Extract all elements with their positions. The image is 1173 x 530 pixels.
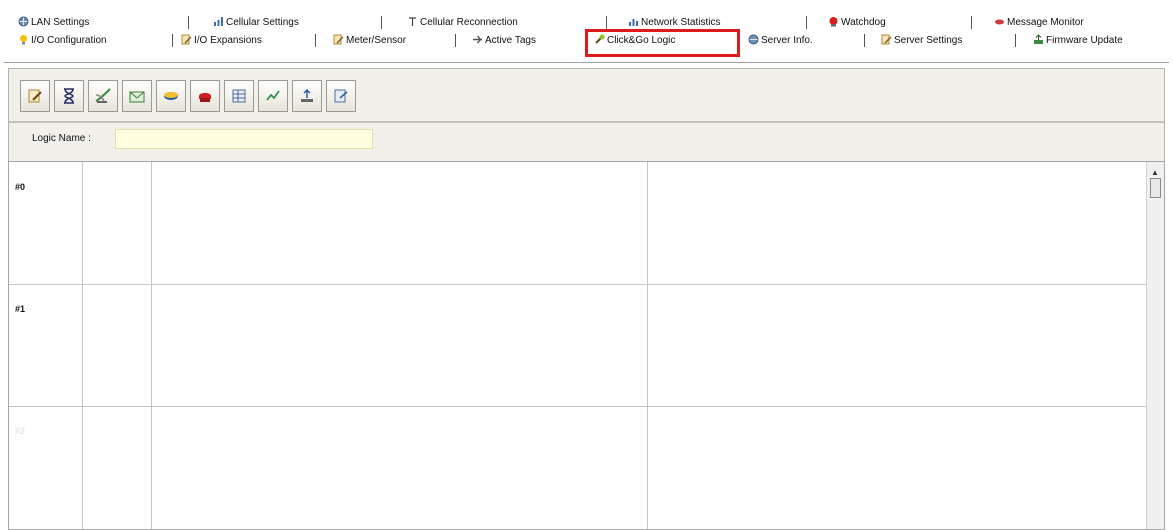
- tab-watchdog[interactable]: Watchdog: [828, 14, 886, 31]
- envelope-icon: [128, 87, 146, 105]
- tab-separator: [864, 34, 865, 47]
- tab-active-tags[interactable]: Active Tags: [472, 32, 536, 49]
- tab-server-settings-label: Server Settings: [894, 35, 963, 46]
- tab-cellular-settings[interactable]: Cellular Settings: [213, 14, 299, 31]
- grid-column-divider: [647, 162, 648, 529]
- table-button[interactable]: [224, 80, 254, 112]
- tab-io-configuration[interactable]: I/O Configuration: [18, 32, 107, 49]
- table-icon: [230, 87, 248, 105]
- tab-separator: [455, 34, 456, 47]
- tab-active-tags-label: Active Tags: [485, 35, 536, 46]
- tab-firmware-update-label: Firmware Update: [1046, 35, 1123, 46]
- edit-icon: [333, 34, 344, 45]
- grid-column-divider: [82, 162, 83, 529]
- antenna-icon: [407, 16, 418, 27]
- tab-separator: [172, 34, 173, 47]
- grid-row-label[interactable]: #1: [15, 304, 25, 314]
- tab-click-go-logic[interactable]: Click&Go Logic: [585, 29, 740, 57]
- tab-watchdog-label: Watchdog: [841, 17, 886, 28]
- upload-button[interactable]: [292, 80, 322, 112]
- toolbar-divider: [9, 121, 1164, 123]
- tab-meter-sensor-label: Meter/Sensor: [346, 35, 407, 46]
- tab-separator: [971, 16, 972, 29]
- edit-icon: [26, 87, 44, 105]
- scroll-up-icon[interactable]: ▲: [1151, 168, 1159, 177]
- telephone-icon: [196, 87, 214, 105]
- tab-lan-settings[interactable]: LAN Settings: [18, 14, 89, 31]
- tab-server-settings[interactable]: Server Settings: [881, 32, 962, 49]
- edit-icon: [181, 34, 192, 45]
- tab-strip-divider: [4, 62, 1169, 63]
- edit-icon: [881, 34, 892, 45]
- email-button[interactable]: [122, 80, 152, 112]
- tab-server-info[interactable]: Server Info.: [748, 32, 813, 49]
- tab-separator: [381, 16, 382, 29]
- logic-toolbar: [20, 78, 415, 114]
- lan-icon: [18, 16, 29, 27]
- tab-cellular-settings-label: Cellular Settings: [226, 17, 299, 28]
- graph-icon: [264, 87, 282, 105]
- message-icon: [994, 16, 1005, 27]
- tab-click-go-logic-label: Click&Go Logic: [607, 35, 676, 46]
- scroll-thumb[interactable]: [1150, 178, 1161, 198]
- watchdog-icon: [828, 16, 839, 27]
- vertical-scrollbar[interactable]: ▲: [1146, 162, 1164, 529]
- upload-icon: [298, 87, 316, 105]
- phone-button[interactable]: [190, 80, 220, 112]
- tab-separator: [188, 16, 189, 29]
- logic-icon: [594, 34, 605, 45]
- grid-column-divider: [151, 162, 152, 529]
- satellite-icon: [94, 87, 112, 105]
- tab-lan-settings-label: LAN Settings: [31, 17, 90, 28]
- tab-cellular-reconnection[interactable]: Cellular Reconnection: [407, 14, 518, 31]
- tags-icon: [472, 34, 483, 45]
- export-icon: [332, 87, 350, 105]
- grid-row-label[interactable]: #0: [15, 182, 25, 192]
- grid-row-divider: [9, 406, 1146, 407]
- logic-name-input[interactable]: [115, 129, 373, 149]
- edit-button[interactable]: [20, 80, 50, 112]
- grid-row-divider: [9, 284, 1146, 285]
- tab-io-configuration-label: I/O Configuration: [31, 35, 107, 46]
- timer-button[interactable]: [54, 80, 84, 112]
- tab-separator: [1015, 34, 1016, 47]
- server-icon: [748, 34, 759, 45]
- tab-separator: [606, 16, 607, 29]
- tab-message-monitor[interactable]: Message Monitor: [994, 14, 1084, 31]
- lightbulb-icon: [18, 34, 29, 45]
- tab-cellular-reconnection-label: Cellular Reconnection: [420, 17, 518, 28]
- tab-separator: [806, 16, 807, 29]
- tab-server-info-label: Server Info.: [761, 35, 813, 46]
- graph-button[interactable]: [258, 80, 288, 112]
- tab-network-statistics-label: Network Statistics: [641, 17, 721, 28]
- tab-firmware-update[interactable]: Firmware Update: [1033, 32, 1123, 49]
- satellite-button[interactable]: [88, 80, 118, 112]
- logic-name-label: Logic Name :: [32, 133, 91, 144]
- logic-grid: #0 #1 #2 ▲: [8, 161, 1165, 530]
- tab-row-bottom: I/O Configuration I/O Expansions Meter/S…: [0, 29, 1173, 57]
- tab-meter-sensor[interactable]: Meter/Sensor: [333, 32, 406, 49]
- network-stats-icon: [628, 16, 639, 27]
- save-button[interactable]: [156, 80, 186, 112]
- grid-row-label[interactable]: #2: [15, 426, 25, 436]
- tab-io-expansions-label: I/O Expansions: [194, 35, 262, 46]
- tab-io-expansions[interactable]: I/O Expansions: [181, 32, 262, 49]
- hourglass-icon: [60, 87, 78, 105]
- tab-separator: [315, 34, 316, 47]
- firmware-icon: [1033, 34, 1044, 45]
- export-button[interactable]: [326, 80, 356, 112]
- tab-message-monitor-label: Message Monitor: [1007, 17, 1084, 28]
- disk-icon: [162, 87, 180, 105]
- cellular-icon: [213, 16, 224, 27]
